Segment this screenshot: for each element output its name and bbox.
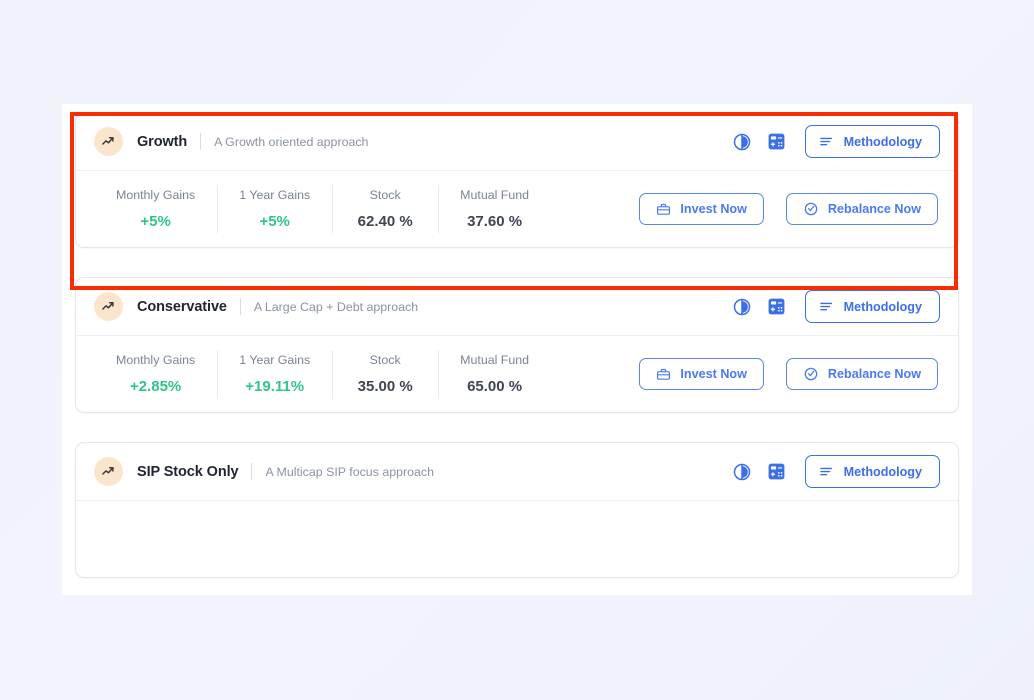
trending-up-icon <box>102 467 114 475</box>
strategy-list-panel: Growth A Growth oriented approach Method… <box>62 104 972 595</box>
calculator-button[interactable] <box>766 461 787 482</box>
pie-chart-icon <box>733 133 751 150</box>
card-title: Conservative <box>137 298 227 315</box>
lines-icon <box>819 302 832 311</box>
card-header: Conservative A Large Cap + Debt approach <box>76 278 958 336</box>
card-title: SIP Stock Only <box>137 463 239 480</box>
trending-up-icon <box>102 302 114 310</box>
methodology-button[interactable]: Methodology <box>804 125 940 158</box>
stat-value: 35.00 % <box>357 378 413 395</box>
stat-monthly-gains: Monthly Gains +5% <box>94 188 217 230</box>
stat-value: +5% <box>259 213 290 230</box>
trending-up-icon <box>102 137 114 145</box>
strategy-card[interactable]: Conservative A Large Cap + Debt approach <box>75 277 959 413</box>
pie-chart-button[interactable] <box>732 296 753 317</box>
strategy-cards-container: Growth A Growth oriented approach Method… <box>62 104 972 578</box>
strategy-card[interactable]: Growth A Growth oriented approach Method… <box>75 112 959 248</box>
stat-stock: Stock 62.40 % <box>332 185 438 233</box>
calculator-button[interactable] <box>766 296 787 317</box>
stats-group: Monthly Gains +2.85% 1 Year Gains +19.11… <box>94 350 551 398</box>
stat-monthly-gains: Monthly Gains +2.85% <box>94 353 217 395</box>
card-header: SIP Stock Only A Multicap SIP focus appr… <box>76 443 958 501</box>
stat-mutual-fund: Mutual Fund 37.60 % <box>438 185 551 233</box>
stat-value: +2.85% <box>129 378 182 395</box>
body-actions: Invest Now Rebalance Now <box>639 358 940 390</box>
invest-now-button[interactable]: Invest Now <box>639 193 764 225</box>
pie-chart-button[interactable] <box>732 461 753 482</box>
pie-chart-icon <box>733 298 751 315</box>
pie-chart-icon <box>733 463 751 480</box>
stat-label: 1 Year Gains <box>239 353 311 367</box>
stat-value: 65.00 % <box>467 378 523 395</box>
rebalance-now-button[interactable]: Rebalance Now <box>785 358 938 390</box>
title-divider <box>200 133 202 150</box>
header-actions: Methodology <box>732 290 940 323</box>
refresh-check-icon <box>804 202 818 216</box>
methodology-button[interactable]: Methodology <box>804 290 940 323</box>
lines-icon <box>819 137 832 146</box>
stat-label: Monthly Gains <box>116 188 196 202</box>
stat-label: Stock <box>369 188 401 202</box>
stat-label: Monthly Gains <box>116 353 196 367</box>
card-title: Growth <box>137 133 188 150</box>
card-subtitle: A Growth oriented approach <box>214 134 369 149</box>
calculator-icon <box>768 463 785 480</box>
stat-value: +19.11% <box>245 378 305 395</box>
body-actions: Invest Now Rebalance Now <box>639 193 940 225</box>
stat-label: Stock <box>369 353 401 367</box>
pie-chart-button[interactable] <box>732 131 753 152</box>
strategy-card[interactable]: SIP Stock Only A Multicap SIP focus appr… <box>75 442 959 578</box>
methodology-button[interactable]: Methodology <box>804 455 940 488</box>
methodology-label: Methodology <box>843 299 922 314</box>
refresh-check-icon <box>804 367 818 381</box>
methodology-label: Methodology <box>843 464 922 479</box>
rebalance-now-label: Rebalance Now <box>827 202 921 216</box>
card-body: Monthly Gains +5% 1 Year Gains +5% Stock… <box>76 171 958 247</box>
avatar <box>94 292 123 321</box>
calculator-button[interactable] <box>766 131 787 152</box>
title-divider <box>239 298 241 315</box>
invest-now-button[interactable]: Invest Now <box>639 358 764 390</box>
invest-now-label: Invest Now <box>680 202 747 216</box>
stat-label: Mutual Fund <box>460 188 530 202</box>
header-actions: Methodology <box>732 125 940 158</box>
card-header: Growth A Growth oriented approach Method… <box>76 113 958 171</box>
stat-stock: Stock 35.00 % <box>332 350 438 398</box>
calculator-icon <box>768 133 785 150</box>
stat-value: 62.40 % <box>357 213 413 230</box>
briefcase-icon <box>657 368 671 380</box>
methodology-label: Methodology <box>843 134 922 149</box>
rebalance-now-button[interactable]: Rebalance Now <box>785 193 938 225</box>
card-subtitle: A Large Cap + Debt approach <box>253 299 419 314</box>
stat-value: +5% <box>140 213 171 230</box>
stat-label: 1 Year Gains <box>239 188 311 202</box>
invest-now-label: Invest Now <box>680 367 747 381</box>
card-subtitle: A Multicap SIP focus approach <box>265 464 435 479</box>
stats-group: Monthly Gains +5% 1 Year Gains +5% Stock… <box>94 185 551 233</box>
rebalance-now-label: Rebalance Now <box>827 367 921 381</box>
avatar <box>94 457 123 486</box>
stat-value: 37.60 % <box>467 213 523 230</box>
lines-icon <box>819 467 832 476</box>
card-body: Monthly Gains +2.85% 1 Year Gains +19.11… <box>76 336 958 412</box>
stat-label: Mutual Fund <box>460 353 530 367</box>
title-divider <box>251 463 253 480</box>
briefcase-icon <box>657 203 671 215</box>
calculator-icon <box>768 298 785 315</box>
card-body <box>76 501 958 577</box>
stat-one-year-gains: 1 Year Gains +5% <box>217 185 332 233</box>
stat-mutual-fund: Mutual Fund 65.00 % <box>438 350 551 398</box>
header-actions: Methodology <box>732 455 940 488</box>
stat-one-year-gains: 1 Year Gains +19.11% <box>217 350 332 398</box>
avatar <box>94 127 123 156</box>
